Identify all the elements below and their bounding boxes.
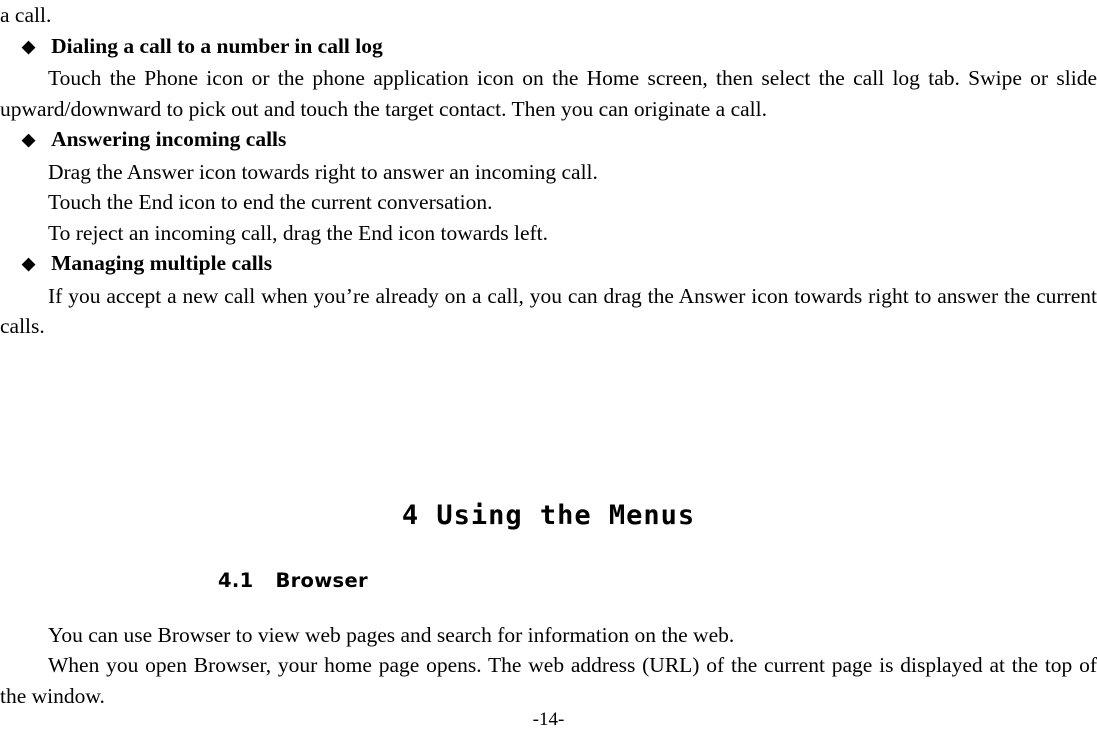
diamond-bullet-icon: ◆	[22, 254, 36, 273]
vertical-spacer	[0, 342, 1097, 492]
page-content: a call. ◆ Dialing a call to a number in …	[0, 0, 1097, 711]
heading-label: Answering incoming calls	[51, 127, 287, 151]
diamond-bullet-icon: ◆	[22, 36, 36, 56]
bullet-heading-answering: ◆ Answering incoming calls	[22, 124, 1097, 157]
diamond-bullet-icon: ◆	[22, 130, 36, 149]
paragraph-browser-intro: You can use Browser to view web pages an…	[48, 622, 735, 647]
chapter-title: 4 Using the Menus	[401, 499, 696, 531]
line-end-touch: Touch the End icon to end the current co…	[48, 190, 493, 214]
subsection-label: Browser	[275, 568, 368, 592]
bullet-heading-dialing: ◆ Dialing a call to a number in call log	[22, 31, 1097, 64]
continuation-text: a call.	[0, 3, 52, 27]
page-number: -14-	[532, 709, 565, 730]
heading-label: Dialing a call to a number in call log	[51, 33, 383, 58]
document-page: a call. ◆ Dialing a call to a number in …	[0, 0, 1097, 735]
heading-label: Managing multiple calls	[51, 251, 273, 275]
line-reject-drag: To reject an incoming call, drag the End…	[48, 220, 548, 245]
subsection-number: 4.1	[218, 568, 254, 592]
line-answer-drag: Drag the Answer icon towards right to an…	[48, 159, 598, 184]
paragraph-browser-url: When you open Browser, your home page op…	[0, 653, 1097, 708]
subsection-heading: 4.1 Browser	[218, 569, 1097, 592]
bullet-heading-managing: ◆ Managing multiple calls	[22, 248, 1097, 281]
paragraph-dialing: Touch the Phone icon or the phone applic…	[0, 66, 1097, 121]
paragraph-managing: If you accept a new call when you’re alr…	[0, 283, 1097, 339]
